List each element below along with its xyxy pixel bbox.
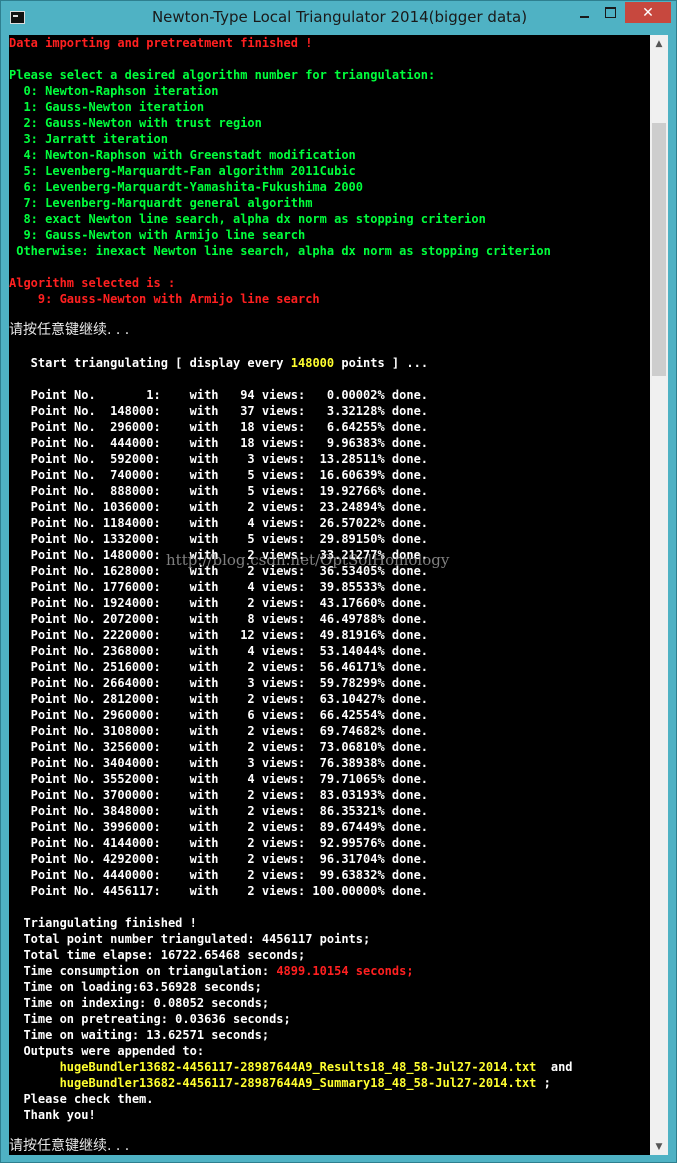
blog-watermark: http://blog.csdn.net/OptSolHomology (166, 551, 450, 569)
total-points: Total point number triangulated: 4456117… (9, 932, 371, 946)
progress-line: Point No. 148000: with 37 views: 3.32128… (9, 404, 429, 418)
vertical-scrollbar[interactable]: ▲ ▼ (650, 35, 668, 1155)
algorithm-option: 3: Jarratt iteration (9, 132, 168, 146)
algorithm-option: 1: Gauss-Newton iteration (9, 100, 205, 114)
selected-algorithm: 9: Gauss-Newton with Armijo line search (9, 292, 320, 306)
chevron-down-icon: ▼ (655, 1141, 663, 1152)
title-bar[interactable]: Newton-Type Local Triangulator 2014(bigg… (1, 1, 677, 35)
maximize-icon (604, 7, 616, 18)
progress-line: Point No. 3256000: with 2 views: 73.0681… (9, 740, 429, 754)
display-every-count: 148000 (290, 356, 335, 370)
chevron-up-icon: ▲ (655, 38, 663, 49)
progress-line: Point No. 3996000: with 2 views: 89.6744… (9, 820, 429, 834)
algorithm-prompt: Please select a desired algorithm number… (9, 68, 436, 82)
progress-line: Point No. 4144000: with 2 views: 92.9957… (9, 836, 429, 850)
progress-line: Point No. 4456117: with 2 views: 100.000… (9, 884, 429, 898)
results-file-suffix: and (536, 1060, 573, 1074)
algorithm-option: 8: exact Newton line search, alpha dx no… (9, 212, 486, 226)
summary-file-line: hugeBundler13682-4456117-28987644A9_Summ… (9, 1075, 551, 1091)
scrollbar-thumb[interactable] (652, 123, 666, 376)
progress-line: Point No. 3404000: with 3 views: 76.3893… (9, 756, 429, 770)
minimize-icon (579, 15, 589, 18)
progress-line: Point No. 1184000: with 4 views: 26.5702… (9, 516, 429, 530)
algorithm-option: 5: Levenberg-Marquardt-Fan algorithm 201… (9, 164, 356, 178)
console-output[interactable]: Data importing and pretreatment finished… (9, 35, 650, 1155)
close-icon: ✕ (642, 4, 654, 21)
progress-line: Point No. 3552000: with 4 views: 79.7106… (9, 772, 429, 786)
triangulation-finished: Triangulating finished ! (9, 916, 197, 930)
progress-line: Point No. 1332000: with 5 views: 29.8915… (9, 532, 429, 546)
thank-you: Thank you! (9, 1108, 96, 1122)
press-any-key-prompt: 请按任意键继续. . . (9, 322, 130, 338)
start-prefix: Start triangulating [ display every (9, 356, 291, 370)
time-waiting: Time on waiting: 13.62571 seconds; (9, 1028, 270, 1042)
algorithm-option: 2: Gauss-Newton with trust region (9, 116, 262, 130)
import-finished-line: Data importing and pretreatment finished… (9, 36, 313, 50)
progress-line: Point No. 1776000: with 4 views: 39.8553… (9, 580, 429, 594)
progress-line: Point No. 4440000: with 2 views: 99.6383… (9, 868, 429, 882)
progress-line: Point No. 1: with 94 views: 0.00002% don… (9, 388, 429, 402)
minimize-button[interactable] (571, 2, 597, 23)
summary-file-indent (9, 1076, 60, 1090)
progress-line: Point No. 1924000: with 2 views: 43.1766… (9, 596, 429, 610)
progress-line: Point No. 2072000: with 8 views: 46.4978… (9, 612, 429, 626)
outputs-appended: Outputs were appended to: (9, 1044, 205, 1058)
time-pretreating: Time on pretreating: 0.03636 seconds; (9, 1012, 291, 1026)
progress-line: Point No. 592000: with 3 views: 13.28511… (9, 452, 429, 466)
close-button[interactable]: ✕ (625, 2, 671, 23)
summary-file-name: hugeBundler13682-4456117-28987644A9_Summ… (59, 1076, 537, 1090)
time-consumption-line: Time consumption on triangulation: 4899.… (9, 963, 414, 979)
press-any-key-prompt-end: 请按任意键继续. . . (9, 1138, 130, 1154)
progress-line: Point No. 3700000: with 2 views: 83.0319… (9, 788, 429, 802)
progress-line: Point No. 3108000: with 2 views: 69.7468… (9, 724, 429, 738)
progress-line: Point No. 740000: with 5 views: 16.60639… (9, 468, 429, 482)
progress-line: Point No. 2812000: with 2 views: 63.1042… (9, 692, 429, 706)
progress-line: Point No. 2220000: with 12 views: 49.819… (9, 628, 429, 642)
algorithm-option: 4: Newton-Raphson with Greenstadt modifi… (9, 148, 356, 162)
progress-line: Point No. 2960000: with 6 views: 66.4255… (9, 708, 429, 722)
consumption-value: 4899.10154 seconds; (276, 964, 414, 978)
progress-line: Point No. 3848000: with 2 views: 86.3532… (9, 804, 429, 818)
algorithm-option: 9: Gauss-Newton with Armijo line search (9, 228, 306, 242)
scroll-up-button[interactable]: ▲ (650, 35, 668, 52)
progress-line: Point No. 2664000: with 3 views: 59.7829… (9, 676, 429, 690)
please-check: Please check them. (9, 1092, 154, 1106)
total-time: Total time elapse: 16722.65468 seconds; (9, 948, 306, 962)
algorithm-option: 6: Levenberg-Marquardt-Yamashita-Fukushi… (9, 180, 364, 194)
algorithm-option: Otherwise: inexact Newton line search, a… (9, 244, 551, 258)
algorithm-option: 7: Levenberg-Marquardt general algorithm (9, 196, 313, 210)
results-file-line: hugeBundler13682-4456117-28987644A9_Resu… (9, 1059, 573, 1075)
results-file-indent (9, 1060, 60, 1074)
algorithm-option: 0: Newton-Raphson iteration (9, 84, 219, 98)
console-window: Newton-Type Local Triangulator 2014(bigg… (0, 0, 677, 1163)
consumption-label: Time consumption on triangulation: (9, 964, 277, 978)
time-loading: Time on loading:63.56928 seconds; (9, 980, 262, 994)
time-indexing: Time on indexing: 0.08052 seconds; (9, 996, 270, 1010)
start-triangulating-line: Start triangulating [ display every 1480… (9, 355, 428, 371)
selected-label: Algorithm selected is : (9, 276, 176, 290)
progress-line: Point No. 1036000: with 2 views: 23.2489… (9, 500, 429, 514)
maximize-button[interactable] (597, 2, 623, 23)
progress-line: Point No. 4292000: with 2 views: 96.3170… (9, 852, 429, 866)
progress-line: Point No. 2368000: with 4 views: 53.1404… (9, 644, 429, 658)
results-file-name: hugeBundler13682-4456117-28987644A9_Resu… (59, 1060, 537, 1074)
progress-line: Point No. 444000: with 18 views: 9.96383… (9, 436, 429, 450)
progress-line: Point No. 2516000: with 2 views: 56.4617… (9, 660, 429, 674)
summary-file-suffix: ; (536, 1076, 551, 1090)
scroll-down-button[interactable]: ▼ (650, 1138, 668, 1155)
start-suffix: points ] ... (334, 356, 429, 370)
progress-line: Point No. 888000: with 5 views: 19.92766… (9, 484, 429, 498)
progress-line: Point No. 296000: with 18 views: 6.64255… (9, 420, 429, 434)
